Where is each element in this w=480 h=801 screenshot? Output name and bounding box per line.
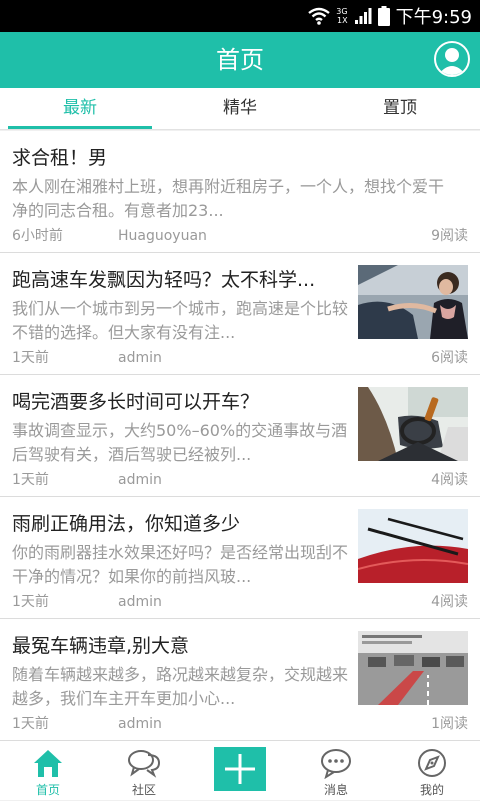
article-thumbnail[interactable] (358, 387, 468, 461)
nav-messages[interactable]: 消息 (288, 741, 384, 801)
article-meta: 1天前 admin 6阅读 (12, 348, 468, 368)
article-time: 1天前 (12, 594, 49, 610)
status-bar: 3G 1X 下午9:59 (0, 0, 480, 32)
nav-profile-label: 我的 (419, 783, 444, 797)
message-icon (321, 749, 351, 779)
user-avatar-icon (438, 48, 466, 75)
article-title: 雨刷正确用法，你知道多少 (12, 513, 241, 535)
tab-latest[interactable]: 最新 (0, 88, 160, 128)
nav-profile[interactable]: 我的 (384, 741, 480, 801)
woman-driving-car-photo (358, 265, 468, 339)
network-type-label: 3G 1X (336, 7, 347, 25)
chat-bubbles-icon (128, 750, 161, 778)
article-meta: 1天前 admin 4阅读 (12, 470, 468, 490)
article-snippet: 你的雨刷器挂水效果还好吗？是否经常出现刮不干净的情况？如果你的前挡风玻... (12, 543, 348, 586)
status-indicators: 3G 1X 下午9:59 (308, 0, 472, 32)
status-time: 下午9:59 (395, 7, 472, 28)
nav-home-label: 首页 (35, 783, 60, 797)
drinking-while-driving-photo (358, 387, 468, 461)
nav-community[interactable]: 社区 (96, 741, 192, 801)
windshield-wiper-photo (358, 509, 468, 583)
article-author: admin (118, 594, 162, 610)
article-title: 跑高速车发飘因为轻吗？太不科学... (12, 269, 316, 291)
article-read-count: 4阅读 (431, 594, 468, 610)
bottom-navigation: 首页 社区 消息 我的 (0, 740, 480, 800)
article-title: 求合租！男 (12, 147, 108, 169)
article-item[interactable]: 雨刷正确用法，你知道多少 你的雨刷器挂水效果还好吗？是否经常出现刮不干净的情况？… (0, 497, 480, 619)
article-meta: 6小时前 Huaguoyuan 9阅读 (12, 226, 468, 246)
article-item[interactable]: 求合租！男 本人刚在湘雅村上班，想再附近租房子，一个人，想找个爱干净的同志合租。… (0, 131, 480, 253)
article-time: 6小时前 (12, 228, 63, 244)
app-header: 首页 (0, 32, 480, 88)
article-title: 喝完酒要多长时间可以开车？ (12, 391, 260, 413)
article-thumbnail[interactable] (358, 265, 468, 339)
article-snippet: 随着车辆越来越多，路况越来越复杂，交规越来越多，我们车主开车更加小心... (12, 665, 348, 708)
network-type-bottom: 1X (337, 16, 348, 25)
nav-messages-label: 消息 (323, 783, 348, 797)
tab-featured[interactable]: 精华 (160, 88, 320, 128)
article-snippet: 我们从一个城市到另一个城市，跑高速是个比较不错的选择。但大家有没有注... (12, 299, 348, 342)
network-type-top: 3G (336, 7, 348, 16)
article-time: 1天前 (12, 716, 49, 732)
article-snippet: 本人刚在湘雅村上班，想再附近租房子，一个人，想找个爱干净的同志合租。有意者加23… (12, 177, 445, 220)
tab-pinned[interactable]: 置顶 (320, 88, 480, 128)
article-author: admin (118, 472, 162, 488)
article-title: 最冤车辆违章,别大意 (12, 635, 190, 657)
avatar-button[interactable] (434, 41, 470, 77)
article-read-count: 1阅读 (431, 716, 468, 732)
article-author: admin (118, 716, 162, 732)
article-read-count: 4阅读 (431, 472, 468, 488)
home-icon (34, 750, 62, 777)
article-item[interactable]: 跑高速车发飘因为轻吗？太不科学... 我们从一个城市到另一个城市，跑高速是个比较… (0, 253, 480, 375)
article-thumbnail[interactable] (358, 509, 468, 583)
article-read-count: 6阅读 (431, 350, 468, 366)
article-read-count: 9阅读 (431, 228, 468, 244)
article-item[interactable]: 最冤车辆违章,别大意 随着车辆越来越多，路况越来越复杂，交规越来越多，我们车主开… (0, 619, 480, 741)
article-time: 1天前 (12, 472, 49, 488)
add-post-button[interactable] (214, 747, 266, 791)
nav-home[interactable]: 首页 (0, 741, 96, 801)
article-list: 求合租！男 本人刚在湘雅村上班，想再附近租房子，一个人，想找个爱干净的同志合租。… (0, 131, 480, 741)
category-tabs: 最新 精华 置顶 (0, 88, 480, 130)
article-meta: 1天前 admin 1阅读 (12, 714, 468, 734)
traffic-violation-road-photo (358, 631, 468, 705)
article-meta: 1天前 admin 4阅读 (12, 592, 468, 612)
battery-icon (377, 6, 390, 26)
article-thumbnail[interactable] (358, 631, 468, 705)
page-title: 首页 (216, 46, 264, 74)
article-snippet: 事故调查显示，大约50%–60%的交通事故与酒后驾驶有关，酒后驾驶已经被列... (12, 421, 348, 464)
article-time: 1天前 (12, 350, 49, 366)
signal-icon (354, 8, 372, 24)
article-item[interactable]: 喝完酒要多长时间可以开车？ 事故调查显示，大约50%–60%的交通事故与酒后驾驶… (0, 375, 480, 497)
article-author: Huaguoyuan (118, 228, 207, 244)
nav-community-label: 社区 (131, 783, 156, 797)
plus-icon (225, 754, 255, 784)
wifi-icon (308, 7, 331, 25)
compass-icon (418, 749, 446, 777)
article-author: admin (118, 350, 162, 366)
active-tab-indicator (8, 126, 152, 129)
